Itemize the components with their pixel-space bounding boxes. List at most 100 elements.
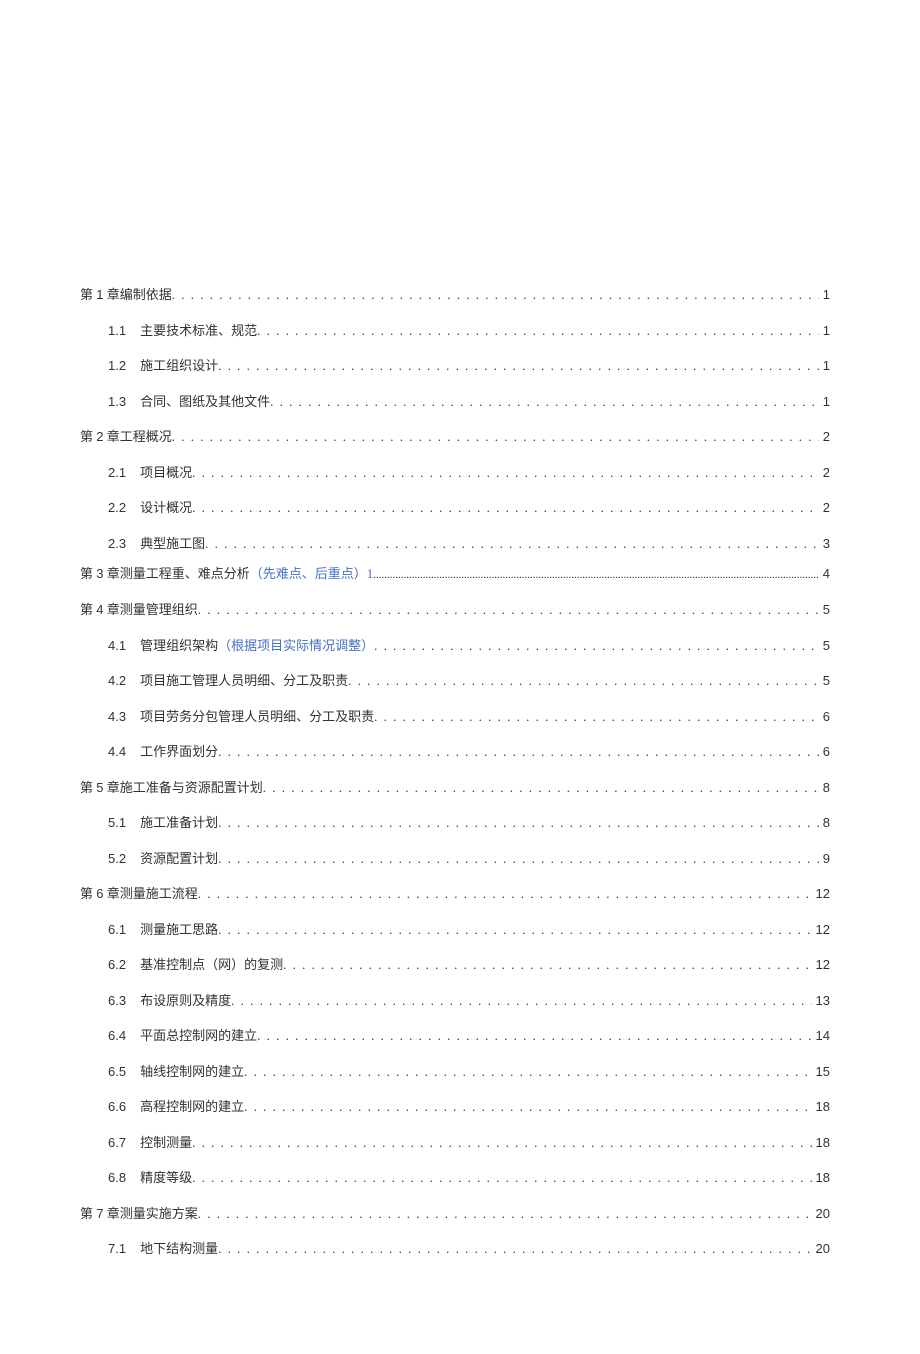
toc-entry-number: 4.3 <box>108 709 126 724</box>
toc-leader-dots <box>373 566 818 582</box>
toc-entry-title: 项目施工管理人员明细、分工及职责 <box>140 670 348 689</box>
toc-leader-dots <box>192 1170 811 1186</box>
toc-entry[interactable]: 6.8精度等级18 <box>80 1167 830 1186</box>
toc-entry-number: 6.3 <box>108 993 126 1008</box>
toc-entry-title: 基准控制点（网）的复测 <box>140 954 283 973</box>
toc-entry-number: 5.1 <box>108 815 126 830</box>
toc-leader-dots <box>172 287 819 303</box>
toc-leader-dots <box>257 1028 811 1044</box>
toc-entry[interactable]: 4.3 项目劳务分包管理人员明细、分工及职责 6 <box>80 706 830 725</box>
toc-entry-title: 第 3 章测量工程重、难点分析 <box>80 563 250 582</box>
toc-entry-title: 合同、图纸及其他文件 <box>140 391 270 410</box>
toc-entry-page: 18 <box>812 1170 830 1185</box>
toc-entry-title: 资源配置计划 <box>140 848 218 867</box>
toc-entry[interactable]: 1.2施工组织设计1 <box>80 355 830 374</box>
toc-leader-dots <box>374 709 819 725</box>
toc-entry[interactable]: 6.3布设原则及精度13 <box>80 990 830 1009</box>
toc-entry-page: 5 <box>819 638 830 653</box>
toc-entry-page: 9 <box>819 851 830 866</box>
toc-entry-number: 6.1 <box>108 922 126 937</box>
toc-entry-page: 1 <box>819 323 830 338</box>
toc-entry-number: 6.6 <box>108 1099 126 1114</box>
toc-entry[interactable]: 6.2基准控制点（网）的复测12 <box>80 954 830 973</box>
toc-entry[interactable]: 5.2 资源配置计划 9 <box>80 848 830 867</box>
toc-entry-page: 14 <box>812 1028 830 1043</box>
toc-entry-title: 平面总控制网的建立 <box>140 1025 257 1044</box>
toc-leader-dots <box>192 465 819 481</box>
toc-entry[interactable]: 6.1 测量施工思路 12 <box>80 919 830 938</box>
toc-entry-number: 4.1 <box>108 638 126 653</box>
toc-entry-page: 6 <box>819 709 830 724</box>
toc-entry[interactable]: 6.6 高程控制网的建立 18 <box>80 1096 830 1115</box>
toc-entry[interactable]: 2.3典型施工图3 <box>80 533 830 552</box>
toc-entry-title: 测量施工思路 <box>140 919 218 938</box>
toc-entry-title: 第 4 章测量管理组织 <box>80 599 198 618</box>
toc-entry-title: 高程控制网的建立 <box>140 1096 244 1115</box>
toc-entry-title: 第 6 章测量施工流程 <box>80 883 198 902</box>
toc-entry-page: 1 <box>819 287 830 302</box>
toc-entry[interactable]: 2.2设计概况2 <box>80 497 830 516</box>
toc-entry-page: 12 <box>812 922 830 937</box>
toc-leader-dots <box>348 673 819 689</box>
toc-entry[interactable]: 6.5轴线控制网的建立15 <box>80 1061 830 1080</box>
toc-entry-page: 5 <box>819 602 830 617</box>
toc-entry-title: 第 2 章工程概况 <box>80 426 172 445</box>
toc-entry[interactable]: 第 7 章测量实施方案20 <box>80 1203 830 1222</box>
toc-entry[interactable]: 4.1管理组织架构（根据项目实际情况调整）5 <box>80 635 830 654</box>
toc-entry-title: 项目劳务分包管理人员明细、分工及职责 <box>140 706 374 725</box>
toc-entry-page: 20 <box>812 1241 830 1256</box>
toc-entry[interactable]: 第 3 章测量工程重、难点分析（先难点、后重点）14 <box>80 563 830 582</box>
toc-entry-number: 1.1 <box>108 323 126 338</box>
toc-entry[interactable]: 5.1施工准备计划8 <box>80 812 830 831</box>
toc-leader-dots <box>283 957 811 973</box>
toc-entry-number: 1.3 <box>108 394 126 409</box>
toc-leader-dots <box>257 323 819 339</box>
toc-entry-title: 第 7 章测量实施方案 <box>80 1203 198 1222</box>
toc-entry-number: 6.4 <box>108 1028 126 1043</box>
toc-entry[interactable]: 第 2 章工程概况 2 <box>80 426 830 445</box>
toc-leader-dots <box>205 536 819 552</box>
toc-entry[interactable]: 2.1项目概况2 <box>80 462 830 481</box>
toc-entry-title: 施工组织设计 <box>140 355 218 374</box>
toc-entry-number: 2.2 <box>108 500 126 515</box>
toc-entry-page: 5 <box>819 673 830 688</box>
toc-entry[interactable]: 1.3 合同、图纸及其他文件 1 <box>80 391 830 410</box>
toc-leader-dots <box>198 886 812 902</box>
toc-entry[interactable]: 4.2项目施工管理人员明细、分工及职责5 <box>80 670 830 689</box>
toc-entry[interactable]: 第 5 章施工准备与资源配置计划8 <box>80 777 830 796</box>
toc-entry-title: 第 1 章编制依据 <box>80 284 172 303</box>
toc-entry-title: 主要技术标准、规范 <box>140 320 257 339</box>
toc-entry-page: 12 <box>812 957 830 972</box>
toc-leader-dots <box>218 358 819 374</box>
toc-entry-number: 1.2 <box>108 358 126 373</box>
toc-entry-title: 管理组织架构 <box>140 635 218 654</box>
toc-entry[interactable]: 第 1 章编制依据 1 <box>80 284 830 303</box>
toc-leader-dots <box>218 851 819 867</box>
toc-entry-title: 第 5 章施工准备与资源配置计划 <box>80 777 263 796</box>
toc-entry-number: 6.7 <box>108 1135 126 1150</box>
toc-entry-number: 6.5 <box>108 1064 126 1079</box>
toc-entry[interactable]: 6.7控制测量18 <box>80 1132 830 1151</box>
toc-entry-number: 2.3 <box>108 536 126 551</box>
document-page: 第 1 章编制依据 1 1.1 主要技术标准、规范 1 1.2 施工组织设计 1 1.3 合同、图… <box>0 0 920 1354</box>
toc-leader-dots <box>374 638 819 654</box>
toc-entry-number: 7.1 <box>108 1241 126 1256</box>
toc-entry-number: 5.2 <box>108 851 126 866</box>
toc-entry[interactable]: 7.1地下结构测量20 <box>80 1238 830 1257</box>
toc-entry-page: 18 <box>812 1099 830 1114</box>
toc-entry-title: 项目概况 <box>140 462 192 481</box>
toc-entry-page: 1 <box>819 394 830 409</box>
toc-entry-page: 2 <box>819 429 830 444</box>
toc-entry[interactable]: 1.1 主要技术标准、规范 1 <box>80 320 830 339</box>
toc-entry[interactable]: 第 6 章测量施工流程12 <box>80 883 830 902</box>
toc-entry[interactable]: 6.4 平面总控制网的建立 14 <box>80 1025 830 1044</box>
toc-leader-dots <box>231 993 811 1009</box>
toc-leader-dots <box>198 1206 812 1222</box>
toc-leader-dots <box>218 744 819 760</box>
toc-leader-dots <box>244 1099 811 1115</box>
toc-entry-title: 精度等级 <box>140 1167 192 1186</box>
toc-entry[interactable]: 4.4工作界面划分6 <box>80 741 830 760</box>
toc-entry[interactable]: 第 4 章测量管理组织 5 <box>80 599 830 618</box>
table-of-contents: 第 1 章编制依据 1 1.1 主要技术标准、规范 1 1.2 施工组织设计 1 1.3 合同、图… <box>80 284 830 1257</box>
toc-entry-page: 13 <box>812 993 830 1008</box>
